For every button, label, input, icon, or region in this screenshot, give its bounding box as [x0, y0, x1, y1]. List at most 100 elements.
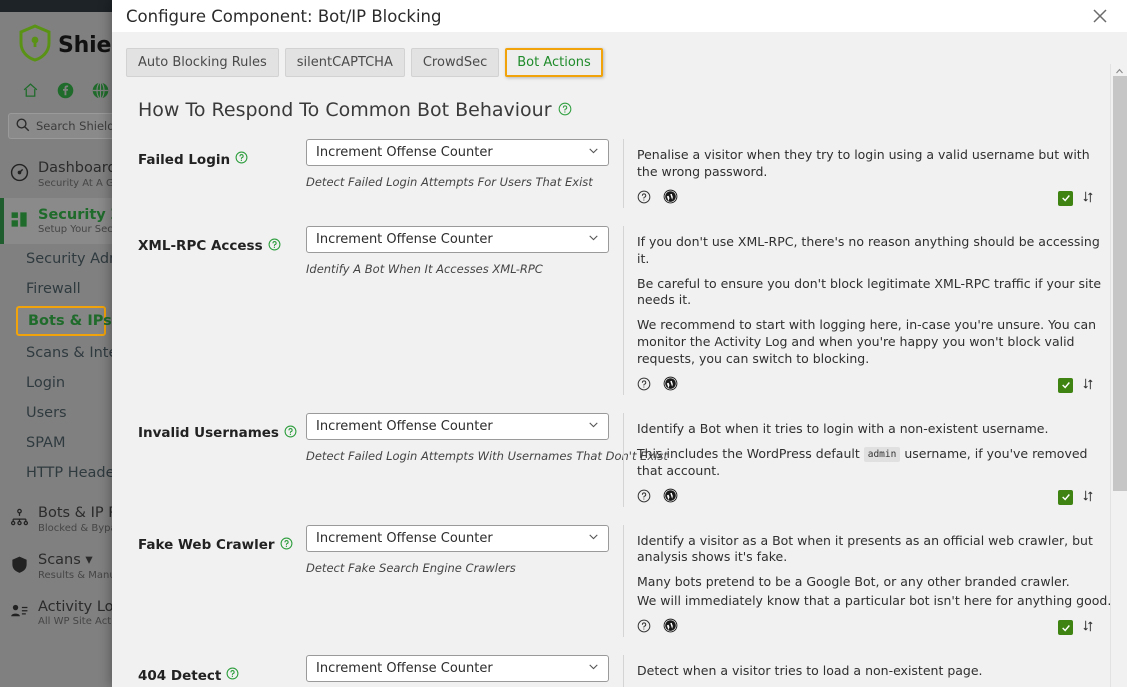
row-label-text: Invalid Usernames	[138, 425, 279, 442]
tab-crowdsec[interactable]: CrowdSec	[410, 48, 500, 77]
row-description-footer	[637, 189, 1113, 208]
sidebar-item-label: Scans ▾	[38, 552, 93, 569]
row-description-footer	[637, 618, 1113, 637]
facebook-icon[interactable]	[57, 82, 74, 99]
help-circle-icon[interactable]	[637, 376, 651, 395]
security-zone-list: Security Admin Firewall Bots & IPs Scans…	[0, 244, 112, 488]
row-description: Identify a visitor as a Bot when it pres…	[623, 524, 1127, 637]
sidebar-item-bots-ip-rules[interactable]: Bots & IP Rules Blocked & Bypass	[0, 496, 112, 543]
sidebar-item-security-admin[interactable]: Security Admin	[0, 244, 112, 274]
sidebar-item-spam[interactable]: SPAM	[0, 428, 112, 458]
shield-logo-icon	[18, 24, 52, 66]
enable-checkbox[interactable]	[1058, 377, 1073, 393]
help-circle-icon[interactable]	[280, 537, 293, 554]
globe-icon[interactable]	[92, 82, 109, 99]
zones-icon	[10, 207, 30, 233]
scrollbar-thumb[interactable]	[1113, 76, 1127, 491]
select-value: Increment Offense Counter	[316, 418, 493, 434]
modal-scrollbar[interactable]	[1110, 64, 1127, 687]
inline-code: admin	[863, 446, 901, 462]
row-label: Failed Login	[138, 139, 306, 168]
chevron-down-icon	[587, 530, 600, 547]
bot-action-rows: Failed Login Increment Offense Counter D…	[112, 121, 1127, 687]
action-select[interactable]: Increment Offense Counter	[306, 524, 609, 552]
description-paragraph: Identify a visitor as a Bot when it pres…	[637, 532, 1093, 565]
row-label-text: 404 Detect	[138, 667, 222, 684]
row-label: XML-RPC Access	[138, 226, 306, 255]
tab-bot-actions[interactable]: Bot Actions	[505, 48, 603, 77]
modal-tabs: Auto Blocking Rules silentCAPTCHA CrowdS…	[112, 32, 1127, 77]
sidebar-item-scans-integrity[interactable]: Scans & Integrity	[0, 338, 112, 368]
wordpress-icon[interactable]	[663, 488, 678, 507]
sidebar-item-label: Dashboard	[38, 160, 112, 176]
action-select[interactable]: Increment Offense Counter	[306, 139, 609, 166]
sidebar-item-sublabel: Security At A Glance	[38, 177, 112, 189]
sidebar-item-login[interactable]: Login	[0, 368, 112, 398]
enable-checkbox[interactable]	[1058, 620, 1073, 635]
sidebar-item-firewall[interactable]: Firewall	[0, 274, 112, 304]
sidebar-item-sublabel: Results & Manual	[38, 569, 112, 581]
description-paragraph: If you don't use XML-RPC, there's no rea…	[637, 233, 1100, 266]
select-wrapper: Increment Offense Counter Detect Failed …	[306, 412, 668, 463]
help-circle-icon[interactable]	[558, 99, 572, 121]
sidebar-item-scans[interactable]: Scans ▾ Results & Manual	[0, 543, 112, 590]
chevron-down-icon	[587, 418, 600, 435]
action-select[interactable]: Increment Offense Counter	[306, 225, 609, 253]
wordpress-icon[interactable]	[663, 618, 678, 637]
sort-updown-icon[interactable]	[1081, 618, 1095, 637]
row-description: If you don't use XML-RPC, there's no rea…	[623, 225, 1127, 395]
modal-body: Auto Blocking Rules silentCAPTCHA CrowdS…	[112, 32, 1127, 687]
sidebar-item-dashboard[interactable]: Dashboard Security At A Glance	[0, 151, 112, 198]
help-circle-icon[interactable]	[637, 618, 651, 637]
sidebar-item-activity-logs[interactable]: Activity Logs All WP Site Activity	[0, 590, 112, 637]
sort-updown-icon[interactable]	[1081, 189, 1095, 208]
wordpress-icon[interactable]	[663, 376, 678, 395]
select-wrapper: Increment Offense Counter Detect Failed …	[306, 139, 623, 189]
close-icon[interactable]	[1087, 3, 1113, 29]
sidebar-item-http-headers[interactable]: HTTP Headers	[0, 458, 112, 488]
sort-updown-icon[interactable]	[1081, 376, 1095, 395]
scroll-up-arrow-icon[interactable]	[1111, 66, 1127, 76]
table-row: Fake Web Crawler Increment Offense Count…	[138, 507, 1127, 637]
enable-checkbox[interactable]	[1058, 489, 1073, 505]
description-paragraph: Identify a Bot when it tries to login wi…	[637, 420, 1049, 436]
row-label: Invalid Usernames	[138, 413, 306, 442]
help-circle-icon[interactable]	[637, 488, 651, 507]
home-icon[interactable]	[22, 82, 39, 99]
action-select[interactable]: Increment Offense Counter	[306, 412, 609, 440]
enable-checkbox[interactable]	[1058, 190, 1073, 206]
sidebar-item-bots-and-ips[interactable]: Bots & IPs	[16, 306, 112, 337]
help-circle-icon[interactable]	[268, 238, 281, 255]
search-input[interactable]: Search ShieldPRO	[8, 113, 112, 139]
sort-updown-icon[interactable]	[1081, 488, 1095, 507]
row-label-text: Failed Login	[138, 151, 231, 168]
description-paragraph: Penalise a visitor when they try to logi…	[637, 147, 1090, 179]
action-select[interactable]: Increment Offense Counter	[306, 655, 609, 682]
help-circle-icon[interactable]	[284, 425, 297, 442]
search-icon	[15, 117, 30, 136]
select-value: Increment Offense Counter	[316, 145, 493, 160]
row-description: Identify a Bot when it tries to login wi…	[623, 412, 1127, 507]
help-circle-icon[interactable]	[235, 151, 248, 168]
description-paragraph: Many bots pretend to be a Google Bot, or…	[637, 574, 1070, 590]
description-paragraph-with-code: This includes the WordPress default admi…	[637, 446, 1113, 480]
row-description-footer	[637, 376, 1113, 395]
help-circle-icon[interactable]	[637, 189, 651, 208]
select-value: Increment Offense Counter	[316, 661, 493, 676]
modal-title: Configure Component: Bot/IP Blocking	[126, 6, 442, 26]
tab-silentcaptcha[interactable]: silentCAPTCHA	[284, 48, 405, 77]
row-description-footer	[637, 488, 1113, 507]
table-row: Invalid Usernames Increment Offense Coun…	[138, 395, 1127, 507]
row-label-text: Fake Web Crawler	[138, 537, 275, 553]
sidebar-item-security-zones[interactable]: Security Zones Setup Your Security	[0, 197, 112, 245]
wordpress-icon[interactable]	[663, 189, 678, 208]
tab-auto-blocking-rules[interactable]: Auto Blocking Rules	[126, 48, 279, 77]
select-hint: Detect Failed Login Attempts For Users T…	[306, 175, 593, 189]
table-row: XML-RPC Access Increment Offense Counter	[138, 208, 1127, 395]
desc-text-before: This includes the WordPress default	[637, 445, 864, 461]
sidebar-item-sublabel: All WP Site Activity	[38, 616, 112, 628]
chevron-down-icon	[587, 660, 600, 677]
help-circle-icon[interactable]	[226, 667, 239, 684]
sidebar-item-users[interactable]: Users	[0, 398, 112, 428]
table-row: Failed Login Increment Offense Counter D…	[138, 121, 1127, 208]
